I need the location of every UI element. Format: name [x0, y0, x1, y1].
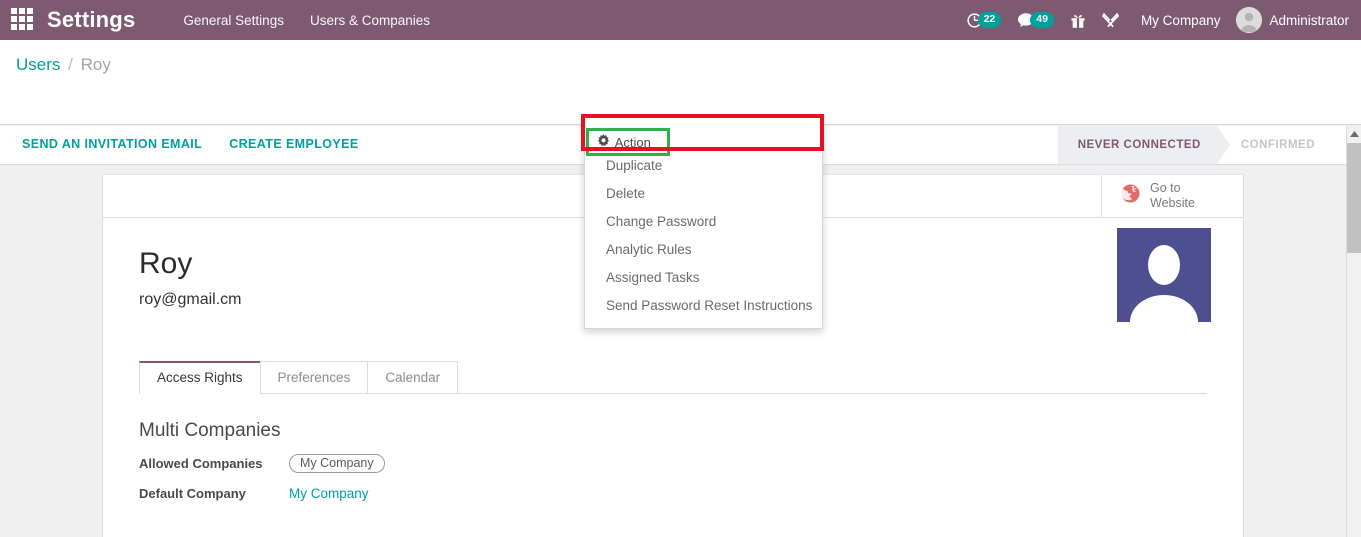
breadcrumb-users[interactable]: Users: [16, 55, 60, 74]
action-button[interactable]: Action: [585, 128, 670, 156]
link-default-company[interactable]: My Company: [289, 486, 369, 501]
dropdown-item-assigned-tasks[interactable]: Assigned Tasks: [585, 264, 822, 292]
go-to-website-button[interactable]: Go to Website: [1101, 175, 1243, 217]
status-stage-never-connected[interactable]: NEVER CONNECTED: [1057, 126, 1231, 164]
breadcrumb-current: Roy: [80, 55, 111, 74]
statusbar-buttons: SEND AN INVITATION EMAIL CREATE EMPLOYEE: [22, 137, 359, 151]
tools-button[interactable]: [1101, 12, 1119, 29]
tab-preferences[interactable]: Preferences: [259, 361, 369, 393]
dropdown-item-change-password[interactable]: Change Password: [585, 208, 822, 236]
control-panel: Users / Roy EDIT CREATE Print Act: [0, 40, 1361, 156]
stat-line-2: Website: [1150, 196, 1195, 210]
activity-count-badge: 22: [977, 12, 1002, 28]
send-invitation-email-button[interactable]: SEND AN INVITATION EMAIL: [22, 137, 202, 151]
breadcrumb: Users / Roy: [16, 55, 111, 75]
dropdown-item-duplicate[interactable]: Duplicate: [585, 152, 822, 180]
scrollbar-thumb[interactable]: [1347, 143, 1361, 253]
gift-icon: [1070, 12, 1086, 29]
status-pipeline: NEVER CONNECTED CONFIRMED: [1057, 126, 1331, 164]
breadcrumb-separator: /: [68, 55, 73, 74]
tab-access-rights[interactable]: Access Rights: [139, 361, 261, 394]
navbar-menu: General Settings Users & Companies: [183, 13, 430, 28]
messaging-menu[interactable]: 49: [1017, 12, 1054, 28]
gear-icon: [597, 134, 610, 150]
dropdown-item-send-password-reset[interactable]: Send Password Reset Instructions: [585, 292, 822, 320]
user-avatar-image[interactable]: [1117, 228, 1211, 322]
apps-grid-icon[interactable]: [11, 8, 35, 32]
create-employee-button[interactable]: CREATE EMPLOYEE: [229, 137, 358, 151]
avatar: [1236, 7, 1263, 33]
activity-menu[interactable]: 22: [966, 12, 1002, 29]
tools-wrench-icon: [1101, 12, 1119, 29]
user-name-label: Administrator: [1269, 12, 1349, 28]
gift-button[interactable]: [1070, 12, 1086, 29]
nav-item-users-companies[interactable]: Users & Companies: [310, 13, 430, 28]
user-menu[interactable]: Administrator: [1236, 7, 1349, 33]
group-title-multi-companies: Multi Companies: [139, 420, 281, 441]
vertical-scrollbar[interactable]: [1346, 126, 1361, 537]
field-allowed-companies: Allowed Companies My Company: [139, 454, 1207, 473]
navbar-systray: 22 49 My Company Administrator: [966, 7, 1361, 33]
action-label: Action: [614, 134, 651, 150]
dropdown-item-delete[interactable]: Delete: [585, 180, 822, 208]
website-globe-icon: [1120, 183, 1141, 209]
dropdown-item-analytic-rules[interactable]: Analytic Rules: [585, 236, 822, 264]
go-to-website-label: Go to Website: [1150, 181, 1195, 211]
messaging-count-badge: 49: [1030, 12, 1054, 28]
tag-allowed-company[interactable]: My Company: [289, 454, 385, 473]
status-stage-confirmed[interactable]: CONFIRMED: [1216, 126, 1331, 164]
top-navbar: Settings General Settings Users & Compan…: [0, 0, 1361, 40]
scroll-up-arrow-icon[interactable]: [1347, 126, 1361, 143]
field-label-allowed-companies: Allowed Companies: [139, 456, 263, 471]
tab-calendar[interactable]: Calendar: [367, 361, 459, 393]
field-default-company: Default Company My Company: [139, 486, 1207, 501]
current-company-label[interactable]: My Company: [1141, 13, 1221, 28]
stat-line-1: Go to: [1150, 181, 1181, 195]
nav-item-general-settings[interactable]: General Settings: [183, 13, 284, 28]
form-notebook-tabs: Access Rights Preferences Calendar: [139, 361, 1207, 394]
app-brand-title[interactable]: Settings: [47, 7, 135, 33]
field-label-default-company: Default Company: [139, 486, 246, 501]
